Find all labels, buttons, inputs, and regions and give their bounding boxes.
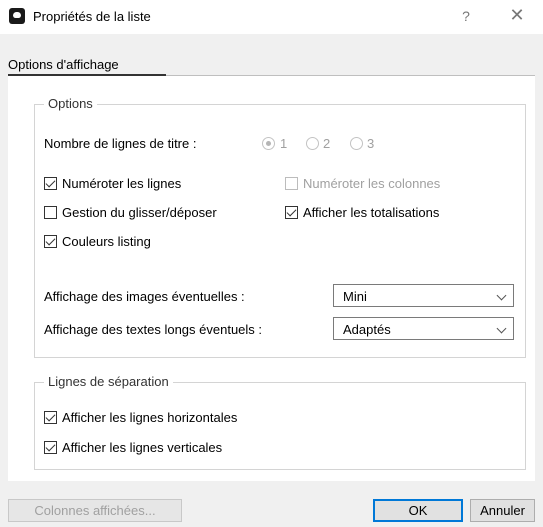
number-columns-checkbox[interactable] — [285, 177, 298, 190]
horizontal-lines-checkbox[interactable] — [44, 411, 57, 424]
title-rows-radio-2[interactable] — [306, 137, 319, 150]
show-totals-label: Afficher les totalisations — [303, 205, 440, 220]
displayed-columns-button[interactable]: Colonnes affichées... — [8, 499, 182, 522]
window-title: Propriétés de la liste — [33, 9, 151, 24]
drag-drop-checkbox[interactable] — [44, 206, 57, 219]
number-rows-checkbox[interactable] — [44, 177, 57, 190]
separation-lines-group — [34, 382, 526, 470]
chevron-down-icon — [496, 290, 507, 301]
drag-drop-label: Gestion du glisser/déposer — [62, 205, 217, 220]
close-button[interactable]: ✕ — [506, 6, 528, 24]
options-group-legend: Options — [44, 96, 97, 111]
title-rows-radio-1[interactable] — [262, 137, 275, 150]
title-rows-radio-3[interactable] — [350, 137, 363, 150]
images-display-label: Affichage des images éventuelles : — [44, 289, 245, 304]
vertical-lines-label: Afficher les lignes verticales — [62, 440, 223, 455]
number-columns-label: Numéroter les colonnes — [303, 176, 441, 191]
long-texts-display-select[interactable]: Adaptés — [333, 317, 514, 340]
title-rows-radio-3-label: 3 — [367, 136, 375, 151]
long-texts-display-label: Affichage des textes longs éventuels : — [44, 322, 263, 337]
horizontal-lines-label: Afficher les lignes horizontales — [62, 410, 238, 425]
cancel-button[interactable]: Annuler — [470, 499, 535, 522]
app-icon — [9, 8, 25, 24]
tab-display-options[interactable]: Options d'affichage — [8, 57, 119, 75]
title-rows-label: Nombre de lignes de titre : — [44, 136, 197, 151]
separation-lines-legend: Lignes de séparation — [44, 374, 173, 389]
long-texts-display-value: Adaptés — [343, 322, 391, 337]
title-rows-radio-1-label: 1 — [280, 136, 288, 151]
listing-colors-checkbox[interactable] — [44, 235, 57, 248]
help-button[interactable]: ? — [456, 8, 476, 24]
vertical-lines-checkbox[interactable] — [44, 441, 57, 454]
number-rows-label: Numéroter les lignes — [62, 176, 182, 191]
listing-colors-label: Couleurs listing — [62, 234, 151, 249]
chevron-down-icon — [496, 323, 507, 334]
title-bar: Propriétés de la liste ? ✕ — [0, 0, 543, 34]
ok-button[interactable]: OK — [373, 499, 463, 522]
images-display-select[interactable]: Mini — [333, 284, 514, 307]
images-display-value: Mini — [343, 289, 367, 304]
show-totals-checkbox[interactable] — [285, 206, 298, 219]
title-rows-radio-2-label: 2 — [323, 136, 331, 151]
